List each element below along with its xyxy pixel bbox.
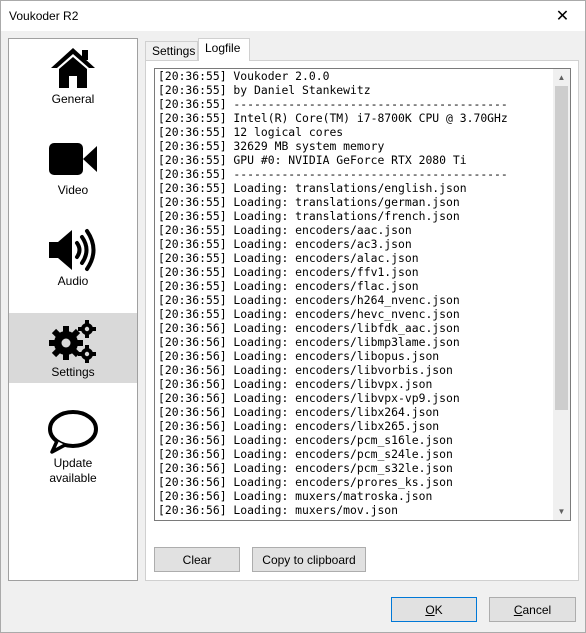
log-line: [20:36:56] Loading: encoders/pcm_s32le.j… [158, 461, 453, 475]
log-line: [20:36:56] Loading: encoders/libx264.jso… [158, 405, 440, 419]
log-line: [20:36:55] Loading: translations/french.… [158, 209, 460, 223]
gears-icon [47, 319, 99, 363]
log-line: [20:36:56] Loading: muxers/mov.json [158, 503, 399, 517]
sidebar-item-label: Video [57, 183, 89, 197]
window-title: Voukoder R2 [9, 9, 79, 23]
log-line: [20:36:55] Loading: translations/german.… [158, 195, 460, 209]
speaker-icon [47, 228, 99, 272]
cancel-button-label: Cancel [513, 602, 552, 617]
scroll-up-icon[interactable]: ▲ [553, 69, 570, 86]
sidebar-item-general[interactable]: General [9, 40, 137, 110]
log-line: [20:36:56] Loading: encoders/libx265.jso… [158, 419, 440, 433]
log-line: [20:36:56] Loading: encoders/pcm_s16le.j… [158, 433, 453, 447]
ok-button-label: OK [425, 602, 443, 617]
vertical-scrollbar[interactable]: ▲ ▼ [553, 69, 570, 520]
log-line: [20:36:55] 32629 MB system memory [158, 139, 385, 153]
tab-settings[interactable]: Settings [145, 41, 198, 61]
scroll-thumb[interactable] [555, 86, 568, 410]
scroll-down-icon[interactable]: ▼ [553, 503, 570, 520]
log-line: [20:36:55] Loading: encoders/ffv1.json [158, 265, 419, 279]
close-button[interactable]: ✕ [540, 1, 585, 31]
home-icon [47, 46, 99, 90]
log-line: [20:36:56] Loading: encoders/libvorbis.j… [158, 363, 453, 377]
sidebar-item-audio[interactable]: Audio [9, 222, 137, 292]
log-line: [20:36:56] Loading: encoders/libmp3lame.… [158, 335, 460, 349]
sidebar-item-update[interactable]: Update available [9, 404, 137, 489]
ok-button[interactable]: OK [391, 597, 477, 622]
log-line: [20:36:55] Loading: encoders/aac.json [158, 223, 412, 237]
sidebar-item-label: Audio [57, 274, 89, 288]
sidebar: General Video Audio Settings Update avai… [8, 38, 138, 581]
log-line: [20:36:56] Loading: encoders/libfdk_aac.… [158, 321, 460, 335]
tab-logfile[interactable]: Logfile [198, 38, 250, 61]
sidebar-item-settings[interactable]: Settings [9, 313, 137, 383]
title-bar: Voukoder R2 ✕ [1, 1, 585, 31]
log-line: [20:36:55] Loading: encoders/alac.json [158, 251, 419, 265]
close-icon: ✕ [555, 8, 570, 25]
sidebar-item-video[interactable]: Video [9, 131, 137, 201]
log-line: [20:36:55] Loading: encoders/hevc_nvenc.… [158, 307, 460, 321]
log-line: [20:36:55] -----------------------------… [158, 167, 508, 181]
log-line: [20:36:56] Loading: encoders/libvpx-vp9.… [158, 391, 460, 405]
log-line: [20:36:55] 12 logical cores [158, 125, 344, 139]
cancel-button[interactable]: Cancel [489, 597, 576, 622]
log-line: [20:36:55] -----------------------------… [158, 97, 508, 111]
sidebar-item-label: Update available [49, 456, 97, 485]
speech-bubble-icon [47, 410, 99, 454]
log-line: [20:36:55] Loading: encoders/flac.json [158, 279, 419, 293]
log-line: [20:36:56] Loading: encoders/pcm_s24le.j… [158, 447, 453, 461]
log-line: [20:36:55] Loading: encoders/ac3.json [158, 237, 412, 251]
sidebar-item-label: General [51, 92, 95, 106]
sidebar-item-label: Settings [51, 365, 95, 379]
video-camera-icon [47, 137, 99, 181]
copy-to-clipboard-button[interactable]: Copy to clipboard [252, 547, 366, 572]
voukoder-window: Voukoder R2 ✕ General Video Audio Settin… [0, 0, 586, 633]
logfile-panel: [20:36:55] Voukoder 2.0.0 [20:36:55] by D… [145, 60, 579, 581]
log-textbox[interactable]: [20:36:55] Voukoder 2.0.0 [20:36:55] by D… [154, 68, 571, 521]
log-line: [20:36:55] Loading: translations/english… [158, 181, 467, 195]
log-line: [20:36:56] Loading: encoders/prores_ks.j… [158, 475, 453, 489]
log-line: [20:36:55] by Daniel Stankewitz [158, 83, 371, 97]
log-line: [20:36:56] Loading: encoders/libvpx.json [158, 377, 433, 391]
log-content: [20:36:55] Voukoder 2.0.0 [20:36:55] by D… [158, 69, 552, 517]
log-line: [20:36:55] Loading: encoders/h264_nvenc.… [158, 293, 460, 307]
log-line: [20:36:55] Intel(R) Core(TM) i7-8700K CP… [158, 111, 508, 125]
clear-button[interactable]: Clear [154, 547, 240, 572]
log-line: [20:36:55] GPU #0: NVIDIA GeForce RTX 20… [158, 153, 467, 167]
log-line: [20:36:55] Voukoder 2.0.0 [158, 69, 330, 83]
log-line: [20:36:56] Loading: encoders/libopus.jso… [158, 349, 440, 363]
log-line: [20:36:56] Loading: muxers/matroska.json [158, 489, 433, 503]
